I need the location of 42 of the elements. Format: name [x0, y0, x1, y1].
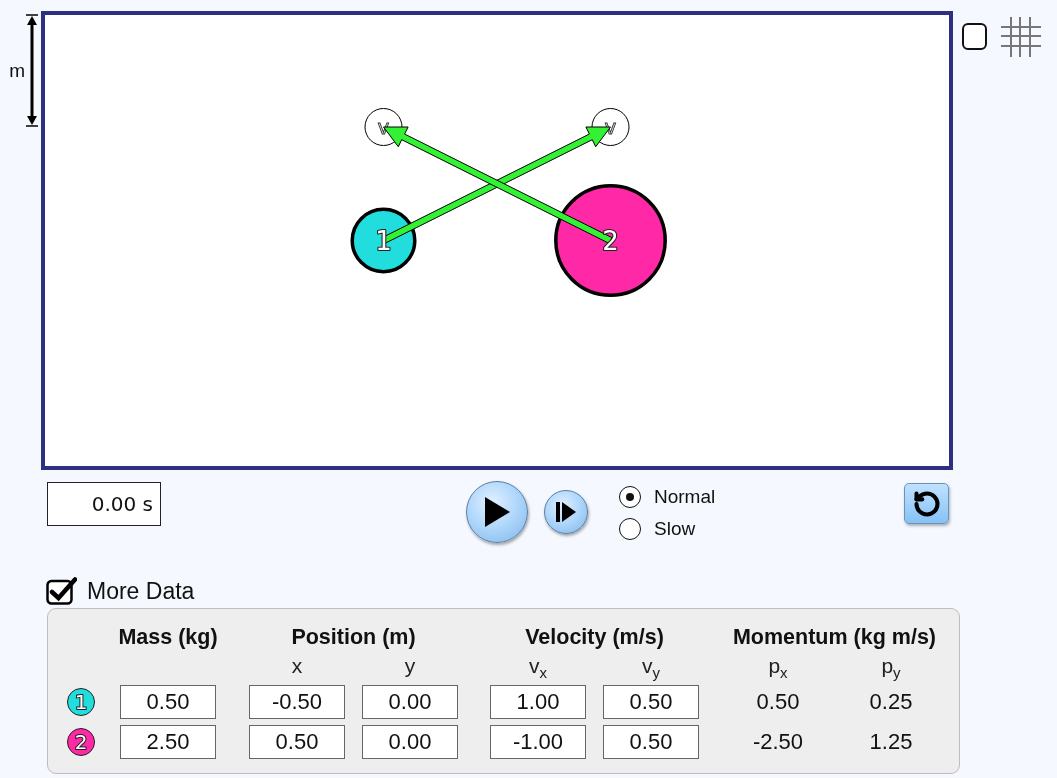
column-subheader: x: [291, 655, 303, 679]
value-field[interactable]: 2.50: [120, 725, 216, 759]
value-field[interactable]: 0.50: [603, 685, 699, 719]
reset-icon: [912, 489, 941, 518]
value-field[interactable]: 0.50: [120, 685, 216, 719]
column-header: Momentum (kg m/s): [732, 625, 937, 649]
value-field[interactable]: -1.00: [490, 725, 586, 759]
momentum-value: 1.25: [869, 729, 913, 755]
grid-icon: [1001, 17, 1041, 57]
more-data-label[interactable]: More Data: [87, 577, 195, 605]
radio-label[interactable]: Normal: [654, 486, 716, 508]
column-subheader: y: [404, 655, 416, 679]
column-header: Mass (kg): [118, 625, 218, 649]
ball-number-badge: 2: [67, 728, 95, 756]
time-display[interactable]: 0.00 s: [47, 482, 161, 526]
ball-number-badge: 1: [67, 688, 95, 716]
value-field[interactable]: -0.50: [249, 685, 345, 719]
reset-button[interactable]: [904, 483, 949, 524]
value-field[interactable]: 0.50: [603, 725, 699, 759]
column-subheader: p$_{x}$: [768, 655, 788, 679]
column-header: Velocity (m/s): [525, 625, 664, 649]
play-button[interactable]: [466, 481, 528, 543]
momentum-value: -2.50: [752, 729, 804, 755]
column-header: Position (m): [291, 625, 416, 649]
value-field[interactable]: 0.00: [362, 685, 458, 719]
column-subheader: v$_{x}$: [529, 655, 547, 679]
play-icon: [484, 497, 510, 527]
momentum-value: 0.25: [869, 689, 913, 715]
radio-label[interactable]: Slow: [654, 518, 696, 540]
radio-button[interactable]: [619, 486, 641, 508]
radio-button[interactable]: [619, 518, 641, 540]
column-subheader: v$_{y}$: [642, 655, 660, 679]
value-field[interactable]: 0.00: [362, 725, 458, 759]
value-field[interactable]: 1.00: [490, 685, 586, 719]
value-field[interactable]: 0.50: [249, 725, 345, 759]
grid-checkbox[interactable]: [962, 23, 987, 50]
scale-label: m: [9, 59, 25, 82]
momentum-value: 0.50: [756, 689, 800, 715]
step-button[interactable]: [544, 490, 588, 534]
checkbox[interactable]: [46, 577, 77, 605]
column-subheader: p$_{y}$: [881, 655, 901, 679]
step-forward-icon: [556, 502, 576, 522]
